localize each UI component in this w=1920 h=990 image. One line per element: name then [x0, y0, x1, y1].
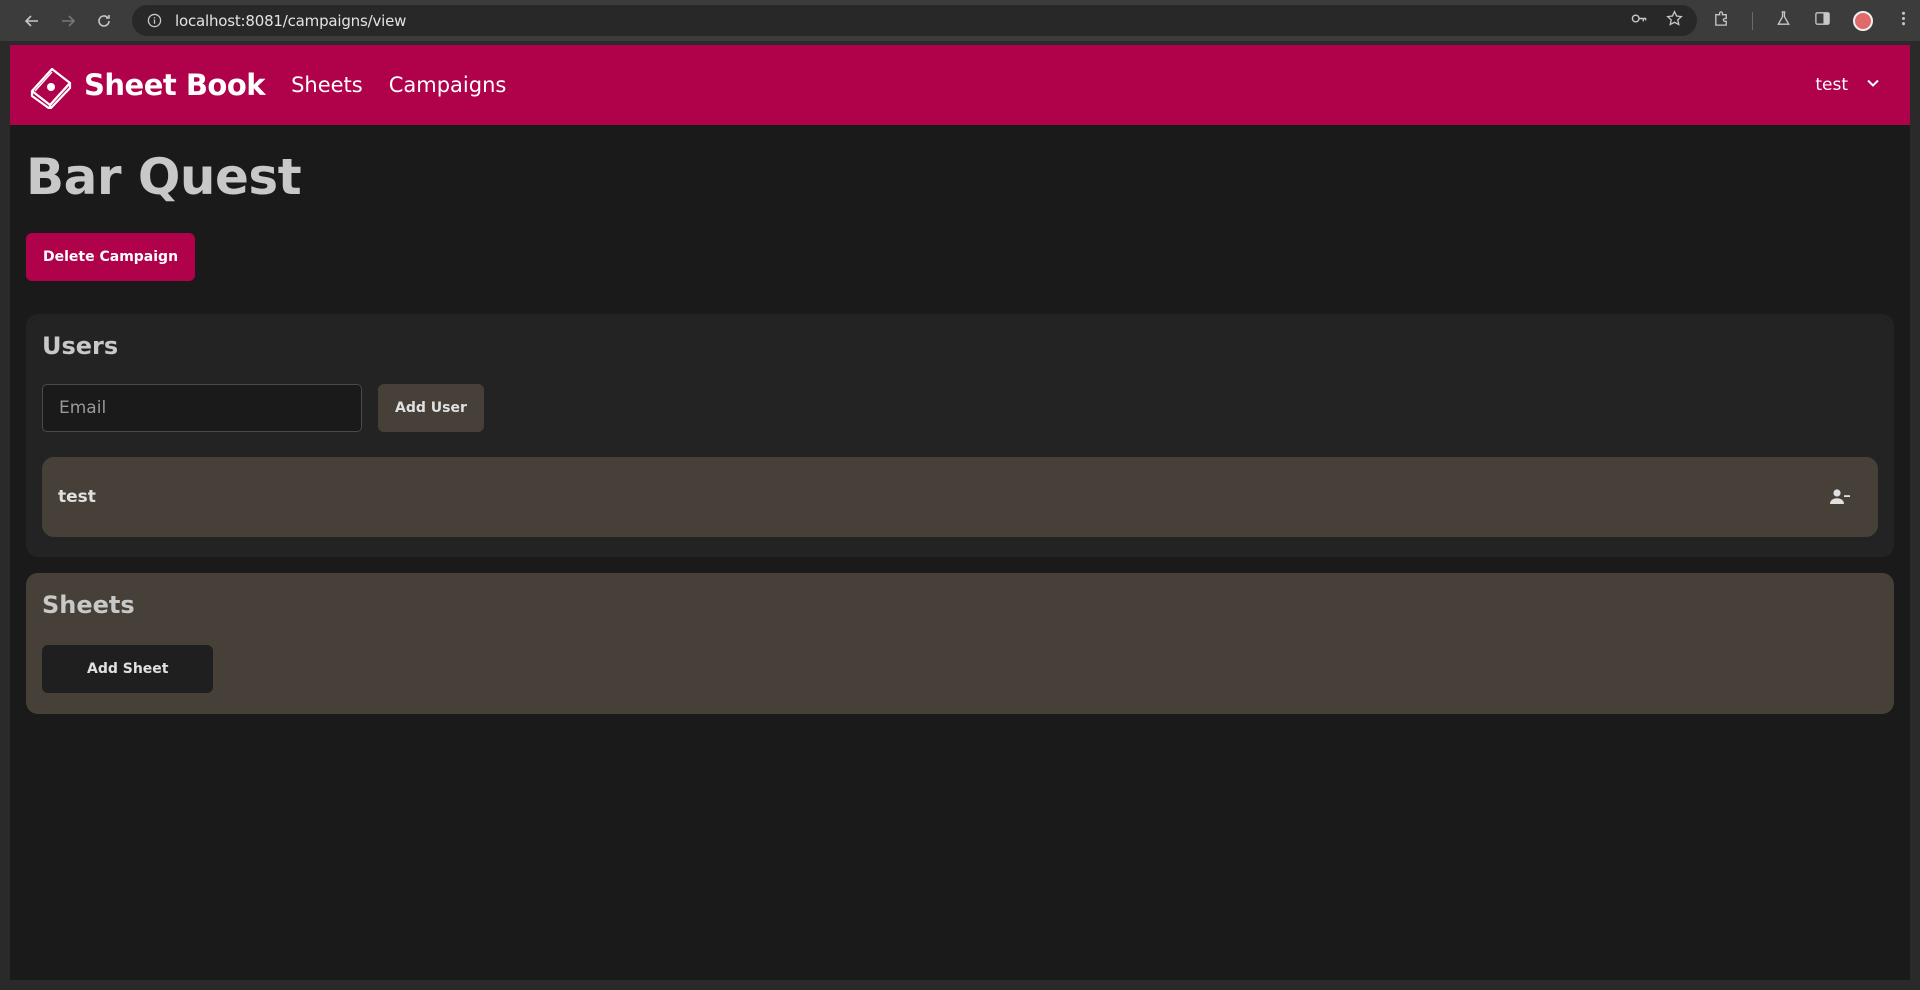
menu-kebab-icon[interactable] — [1895, 10, 1912, 32]
key-icon[interactable] — [1631, 10, 1648, 32]
chevron-down-icon — [1866, 75, 1880, 95]
user-name: test — [58, 487, 96, 507]
side-panel-icon[interactable] — [1814, 10, 1831, 32]
nav-sheets[interactable]: Sheets — [291, 73, 363, 97]
delete-campaign-button[interactable]: Delete Campaign — [26, 233, 196, 281]
person-remove-icon[interactable] — [1828, 485, 1852, 509]
toolbar-divider — [1752, 11, 1753, 30]
brand-title[interactable]: Sheet Book — [84, 68, 266, 102]
add-user-button[interactable]: Add User — [378, 384, 484, 432]
user-list-item: test — [42, 457, 1878, 537]
labs-flask-icon[interactable] — [1775, 10, 1792, 32]
back-icon[interactable] — [14, 3, 50, 39]
star-icon[interactable] — [1666, 9, 1683, 32]
profile-avatar[interactable] — [1853, 10, 1873, 31]
sheets-card: Sheets Add Sheet — [26, 573, 1894, 714]
nav-campaigns[interactable]: Campaigns — [389, 73, 507, 97]
page-title: Bar Quest — [26, 148, 302, 206]
users-title: Users — [42, 332, 119, 360]
user-menu[interactable]: test — [1815, 45, 1880, 125]
user-menu-label: test — [1815, 75, 1848, 95]
sheets-title: Sheets — [42, 591, 135, 619]
forward-icon[interactable] — [50, 3, 86, 39]
page-viewport: Sheet Book Sheets Campaigns test Bar Que… — [10, 45, 1910, 980]
users-card: Users Email Add User test — [26, 314, 1894, 557]
browser-toolbar: localhost:8081/campaigns/view — [0, 0, 1920, 41]
url-text[interactable]: localhost:8081/campaigns/view — [175, 12, 406, 30]
address-bar[interactable]: localhost:8081/campaigns/view — [132, 5, 1697, 36]
email-field[interactable]: Email — [42, 384, 362, 432]
reload-icon[interactable] — [86, 3, 122, 39]
info-icon[interactable] — [146, 13, 162, 29]
extensions-icon[interactable] — [1713, 10, 1730, 32]
add-sheet-button[interactable]: Add Sheet — [42, 645, 214, 693]
book-icon[interactable] — [26, 61, 74, 109]
app-header: Sheet Book Sheets Campaigns test — [10, 45, 1910, 125]
